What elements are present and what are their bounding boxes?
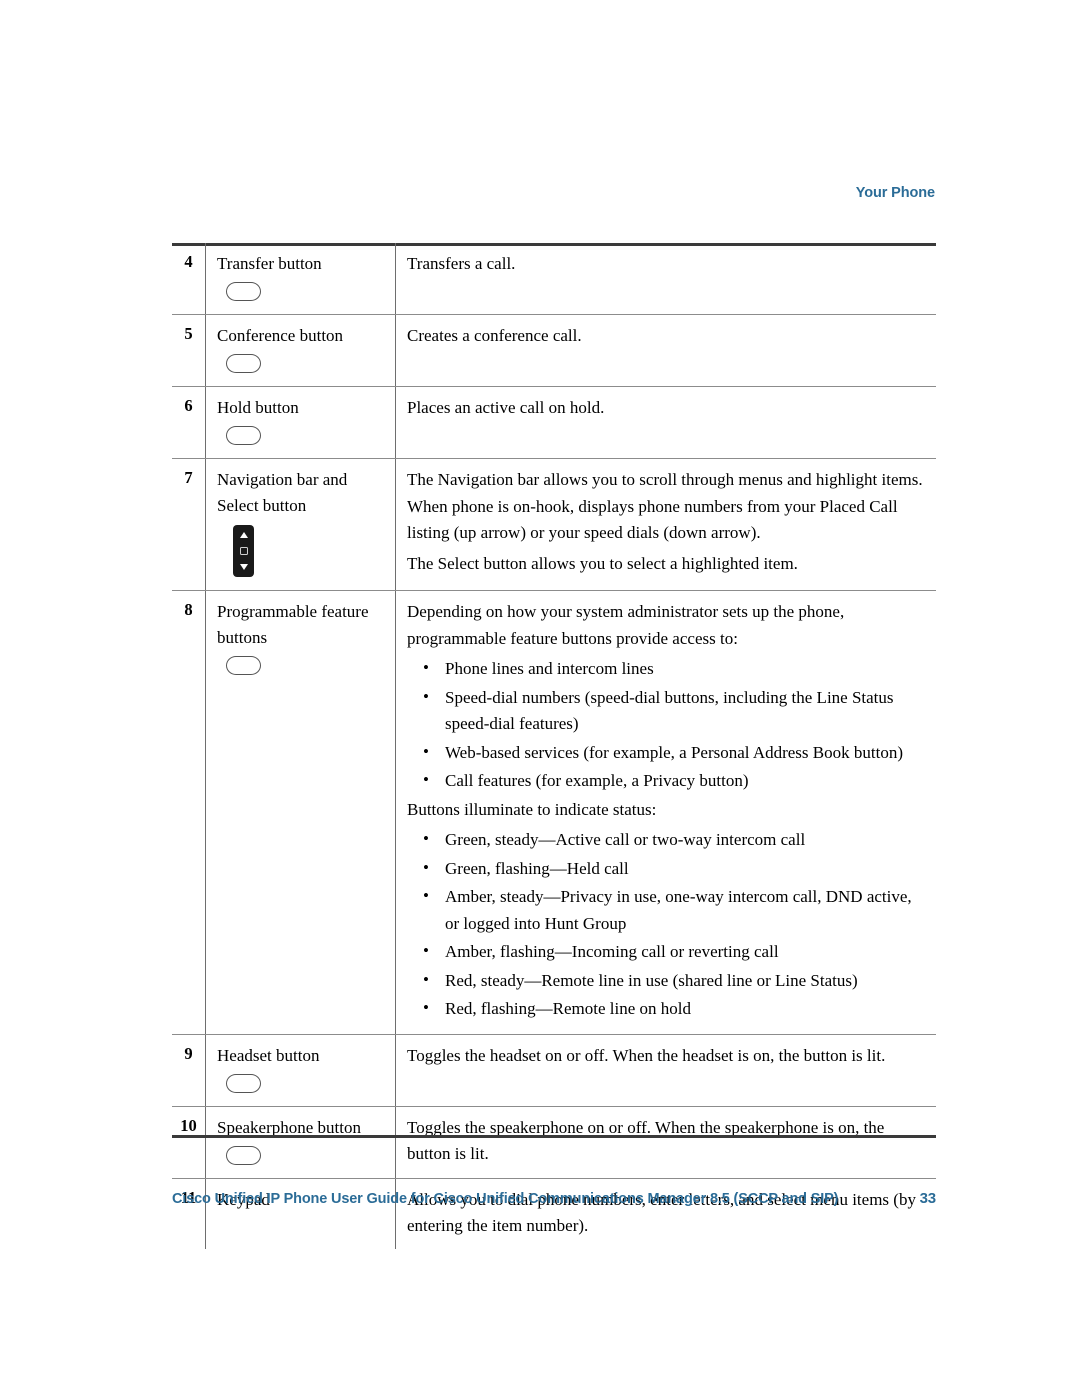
- row-number: 10: [180, 1115, 197, 1135]
- row-name-cell: Hold button: [205, 387, 395, 458]
- select-button-icon: [239, 547, 248, 555]
- row-label-line-1: Programmable feature: [217, 602, 369, 621]
- row-label: Headset button: [217, 1045, 320, 1065]
- down-arrow-icon: [239, 564, 248, 570]
- row-number: 4: [184, 252, 193, 271]
- row-description-cell: Depending on how your system administrat…: [395, 591, 936, 1034]
- table-row: 7 Navigation bar and Select button The N…: [172, 459, 936, 591]
- table-row: 9 Headset button Toggles the headset on …: [172, 1034, 936, 1107]
- rounded-button-icon: [226, 354, 261, 373]
- row-name-cell: Keypad: [205, 1178, 395, 1249]
- row-name-cell: Navigation bar and Select button: [205, 459, 395, 590]
- list-item: Green, flashing—Held call: [407, 855, 928, 883]
- table-bottom-rule: [172, 1135, 936, 1138]
- description-paragraph: Places an active call on hold.: [407, 398, 605, 417]
- rounded-button-icon: [226, 1073, 261, 1093]
- rounded-button-icon: [226, 426, 261, 445]
- description-paragraph: The Select button allows you to select a…: [407, 553, 798, 573]
- status-intro: Buttons illuminate to indicate status:: [407, 799, 657, 819]
- row-description-cell: Transfers a call.: [395, 243, 936, 314]
- row-description-cell: Places an active call on hold.: [395, 387, 936, 458]
- row-label-line-2: Select button: [217, 496, 307, 515]
- page-number: 33: [919, 1190, 937, 1207]
- guide-title: Cisco Unified IP Phone User Guide for Ci…: [172, 1191, 839, 1207]
- status-bullet-list: Green, steady—Active call or two-way int…: [407, 826, 928, 1023]
- table-row: 5 Conference button Creates a conference…: [172, 315, 936, 387]
- list-item: Speed-dial numbers (speed-dial buttons, …: [407, 684, 928, 738]
- row-name-cell: Headset button: [205, 1034, 395, 1106]
- table-row: 10 Speakerphone button Toggles the speak…: [172, 1106, 936, 1179]
- running-header: Your Phone: [855, 185, 935, 201]
- row-number: 11: [180, 1187, 197, 1207]
- list-item: Red, steady—Remote line in use (shared l…: [407, 967, 928, 995]
- table-row: 4 Transfer button Transfers a call.: [172, 243, 936, 315]
- table-row: 11 Keypad Allows you to dial phone numbe…: [172, 1178, 936, 1249]
- navigation-bar-icon: [233, 525, 254, 577]
- row-description-cell: The Navigation bar allows you to scroll …: [395, 459, 936, 590]
- row-name-cell: Transfer button: [205, 243, 395, 314]
- row-name-cell: Conference button: [205, 315, 395, 386]
- list-item: Web-based services (for example, a Perso…: [407, 739, 928, 767]
- row-description-cell: Toggles the headset on or off. When the …: [395, 1034, 936, 1106]
- list-item: Call features (for example, a Privacy bu…: [407, 767, 928, 795]
- row-label-line-1: Navigation bar and: [217, 470, 348, 489]
- row-description-cell: Allows you to dial phone numbers, enter …: [395, 1178, 936, 1249]
- description-intro: Depending on how your system administrat…: [407, 602, 845, 648]
- description-paragraph: Transfers a call.: [407, 254, 516, 273]
- row-number: 6: [184, 396, 193, 415]
- row-label: Transfer button: [217, 254, 322, 273]
- row-label: Hold button: [217, 398, 299, 417]
- row-description-cell: Toggles the speakerphone on or off. When…: [395, 1106, 936, 1178]
- list-item: Green, steady—Active call or two-way int…: [407, 826, 928, 854]
- table-row: 6 Hold button Places an active call on h…: [172, 387, 936, 459]
- list-item: Amber, flashing—Incoming call or reverti…: [407, 938, 928, 966]
- row-label: Conference button: [217, 326, 344, 345]
- access-bullet-list: Phone lines and intercom lines Speed-dia…: [407, 655, 928, 795]
- phone-buttons-table: 4 Transfer button Transfers a call. 5 Co…: [172, 243, 936, 1249]
- row-name-cell: Speakerphone button: [205, 1106, 395, 1178]
- description-paragraph: Toggles the headset on or off. When the …: [407, 1045, 886, 1065]
- up-arrow-icon: [239, 532, 248, 538]
- description-paragraph: The Navigation bar allows you to scroll …: [407, 470, 923, 542]
- list-item: Red, flashing—Remote line on hold: [407, 995, 928, 1023]
- row-description-cell: Creates a conference call.: [395, 315, 936, 386]
- description-paragraph: Toggles the speakerphone on or off. When…: [407, 1117, 885, 1164]
- row-number: 5: [184, 324, 193, 343]
- row-number: 9: [184, 1043, 193, 1063]
- row-name-cell: Programmable feature buttons: [205, 591, 395, 1034]
- description-paragraph: Creates a conference call.: [407, 326, 582, 345]
- list-item: Phone lines and intercom lines: [407, 655, 928, 683]
- rounded-button-icon: [226, 656, 261, 675]
- row-number: 7: [184, 468, 193, 487]
- rounded-button-icon: [226, 1145, 261, 1165]
- row-label-line-2: buttons: [217, 628, 268, 647]
- rounded-button-icon: [226, 282, 261, 301]
- row-number: 8: [184, 600, 193, 619]
- document-page: Your Phone 4 Transfer button Transfers a…: [0, 0, 1080, 1397]
- page-footer: Cisco Unified IP Phone User Guide for Ci…: [172, 1190, 936, 1207]
- table-row: 8 Programmable feature buttons Depending…: [172, 591, 936, 1035]
- list-item: Amber, steady—Privacy in use, one-way in…: [407, 883, 928, 937]
